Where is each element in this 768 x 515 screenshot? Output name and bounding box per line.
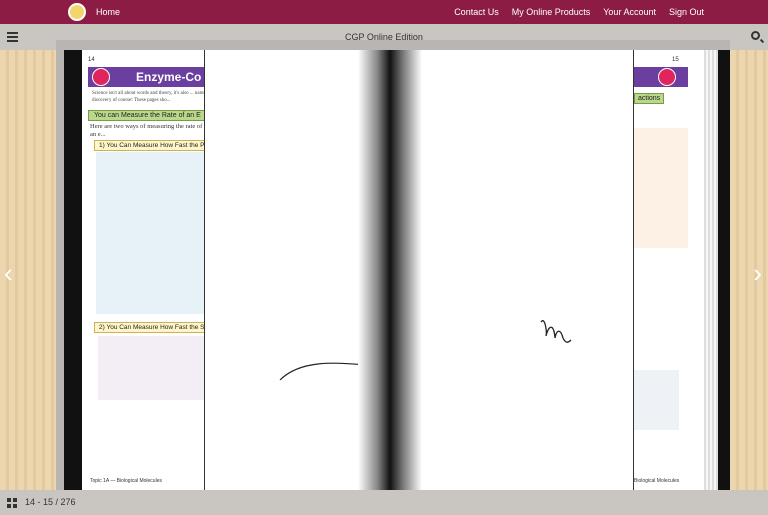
thumbnails-grid-icon[interactable] <box>7 498 17 508</box>
page-number: 14 <box>88 57 95 63</box>
subheading-2: 2) You Can Measure How Fast the Sub <box>94 322 204 333</box>
page-stack <box>704 50 718 490</box>
section-heading: You can Measure the Rate of an E <box>88 110 204 121</box>
subheading-1: 1) You Can Measure How Fast the Pro <box>94 140 204 151</box>
background-right <box>730 50 768 490</box>
badge-icon <box>92 68 110 86</box>
section-intro: Here are two ways of measuring the rate … <box>90 123 203 138</box>
book-spine <box>358 50 422 490</box>
note-panel <box>634 128 688 248</box>
intro-text: Science isn't all about words and theory… <box>92 91 204 103</box>
top-navbar: Home Contact Us My Online Products Your … <box>0 0 768 24</box>
badge-icon <box>658 68 676 86</box>
diagram-panel <box>98 336 204 400</box>
sign-out-link[interactable]: Sign Out <box>669 7 704 17</box>
page-footer: Biological Molecules <box>634 478 680 484</box>
book-cover-edge <box>718 50 730 490</box>
right-page: 15 actions Biological Molecules <box>634 50 704 490</box>
method-panel <box>96 152 204 314</box>
page-indicator: 14 - 15 / 276 <box>25 497 76 507</box>
your-account-link[interactable]: Your Account <box>603 7 656 17</box>
bottom-bar: 14 - 15 / 276 <box>0 490 768 515</box>
my-online-products-link[interactable]: My Online Products <box>512 7 591 17</box>
previous-page-arrow-icon[interactable]: ‹ <box>4 258 13 289</box>
section-tab: actions <box>634 93 665 104</box>
next-page-arrow-icon[interactable]: › <box>753 258 762 289</box>
page-footer: Topic 1A — Biological Molecules <box>90 478 162 484</box>
search-icon[interactable] <box>751 31 760 40</box>
contact-us-link[interactable]: Contact Us <box>454 7 499 17</box>
page-number: 15 <box>672 57 679 63</box>
home-link[interactable]: Home <box>96 7 120 17</box>
left-page: 14 Enzyme-Co Science isn't all about wor… <box>64 50 204 490</box>
cgp-logo[interactable] <box>68 3 86 21</box>
graph-panel <box>634 370 679 430</box>
